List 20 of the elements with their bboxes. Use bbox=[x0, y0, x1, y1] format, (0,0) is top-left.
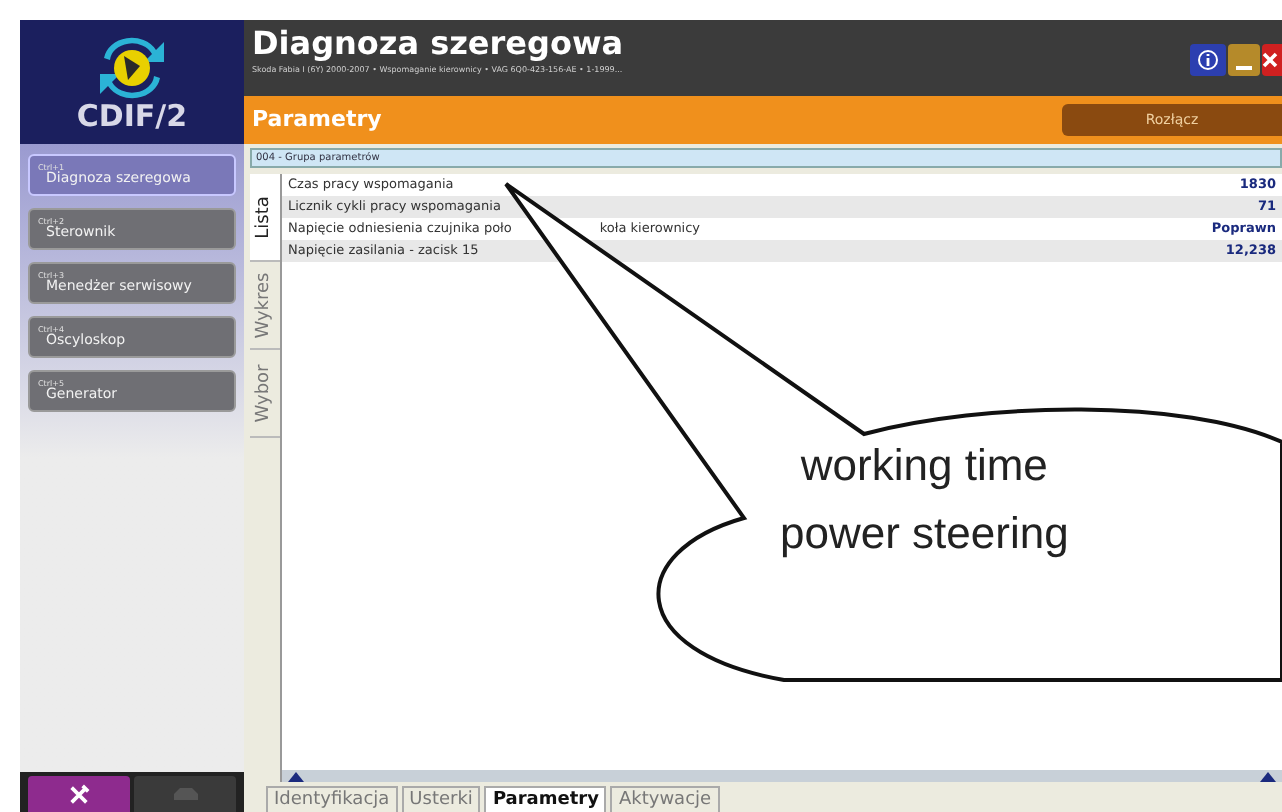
side-tab[interactable]: Lista bbox=[250, 174, 280, 262]
tools-icon bbox=[68, 783, 90, 805]
logo-text: CDIF/2 bbox=[76, 101, 188, 131]
scroll-left-icon bbox=[288, 771, 304, 781]
info-button[interactable] bbox=[1190, 44, 1226, 76]
info-icon bbox=[1198, 50, 1218, 70]
car-icon bbox=[171, 785, 199, 803]
bottom-tab[interactable]: Identyfikacja bbox=[266, 786, 398, 812]
bottom-tab[interactable]: Usterki bbox=[401, 786, 481, 812]
minimize-icon bbox=[1236, 66, 1252, 70]
close-icon bbox=[1262, 52, 1278, 68]
tools-button[interactable] bbox=[28, 776, 130, 812]
callout-text: power steering bbox=[780, 506, 1069, 562]
scroll-right-icon bbox=[1260, 771, 1276, 781]
bottom-tab[interactable]: Parametry bbox=[484, 786, 607, 812]
close-button[interactable] bbox=[1262, 44, 1282, 76]
bottom-tab[interactable]: Aktywacje bbox=[610, 786, 720, 812]
window-title: Diagnoza szeregowa bbox=[252, 24, 624, 64]
callout-text: working time bbox=[800, 438, 1048, 494]
section-title: Parametry bbox=[252, 103, 382, 136]
